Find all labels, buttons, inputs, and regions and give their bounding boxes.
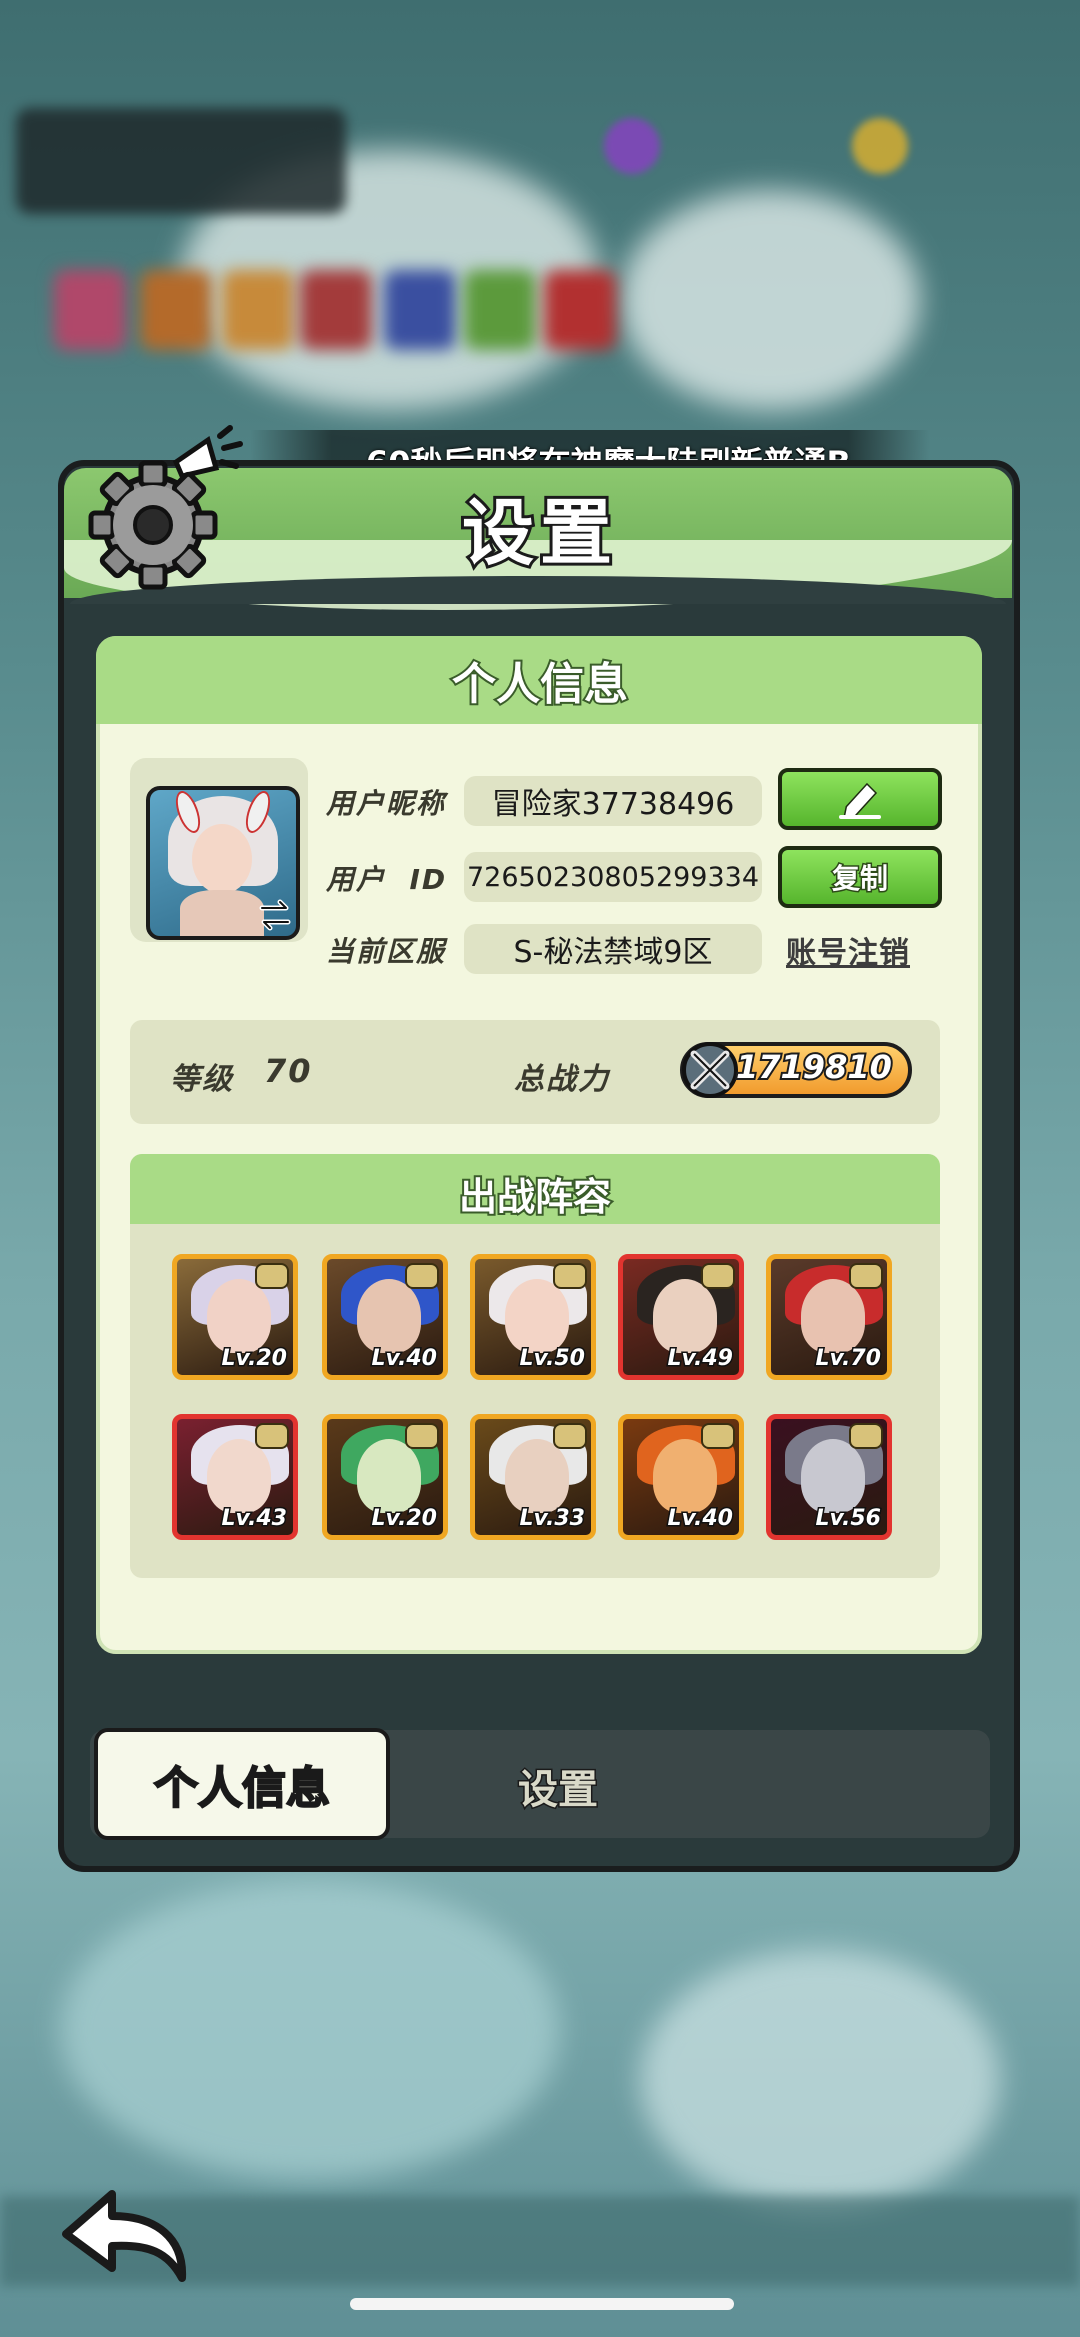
- copy-id-button[interactable]: 复制: [778, 846, 942, 908]
- hero-card[interactable]: Lv.50: [470, 1254, 596, 1380]
- server-label: 当前区服: [326, 935, 447, 968]
- background-hero-thumb: [140, 270, 212, 350]
- hero-level: Lv.49: [666, 1345, 735, 1373]
- hero-portrait-face: [207, 1439, 271, 1513]
- hero-card[interactable]: Lv.20: [322, 1414, 448, 1540]
- hero-faction-icon: [255, 1423, 289, 1449]
- user-id-field: 7265023080529933​4: [464, 852, 762, 902]
- player-info-panel: [16, 108, 346, 214]
- nickname-field: 冒险家37738496: [464, 776, 762, 826]
- crossed-swords-icon: [682, 1042, 738, 1098]
- hero-faction-icon: [553, 1423, 587, 1449]
- hero-card[interactable]: Lv.40: [322, 1254, 448, 1380]
- hero-portrait-face: [505, 1439, 569, 1513]
- hero-level: Lv.43: [220, 1505, 289, 1533]
- lineup-section-title: 出战阵容: [457, 1173, 613, 1221]
- hero-faction-icon: [701, 1423, 735, 1449]
- hero-portrait-face: [207, 1279, 271, 1353]
- level-value: 70: [264, 1052, 313, 1090]
- hero-portrait-face: [653, 1439, 717, 1513]
- tab-profile[interactable]: 个人信息: [94, 1728, 390, 1840]
- hero-faction-icon: [701, 1263, 735, 1289]
- background-hero-thumb: [300, 270, 372, 350]
- hero-level: Lv.50: [518, 1345, 587, 1373]
- swap-avatar-icon[interactable]: [256, 896, 294, 934]
- home-indicator[interactable]: [350, 2298, 734, 2310]
- user-id-label: 用户 ID: [326, 863, 448, 896]
- hero-faction-icon: [405, 1423, 439, 1449]
- hero-level: Lv.40: [370, 1345, 439, 1373]
- nickname-label: 用户昵称: [326, 787, 447, 820]
- hero-level: Lv.20: [220, 1345, 289, 1373]
- background-hero-thumb: [222, 270, 294, 350]
- background-blob: [620, 190, 920, 410]
- hero-portrait-face: [505, 1279, 569, 1353]
- hero-card[interactable]: Lv.40: [618, 1414, 744, 1540]
- hero-faction-icon: [849, 1263, 883, 1289]
- hero-portrait-face: [801, 1279, 865, 1353]
- hero-card[interactable]: Lv.43: [172, 1414, 298, 1540]
- tab-settings[interactable]: 设置: [440, 1736, 676, 1836]
- hero-card[interactable]: Lv.49: [618, 1254, 744, 1380]
- hero-faction-icon: [405, 1263, 439, 1289]
- hero-portrait-face: [357, 1279, 421, 1353]
- server-field: S-秘法禁域9区: [464, 924, 762, 974]
- hero-level: Lv.56: [814, 1505, 883, 1533]
- hero-level: Lv.70: [814, 1345, 883, 1373]
- hero-level: Lv.33: [518, 1505, 587, 1533]
- background-hero-thumb: [544, 270, 616, 350]
- hero-card[interactable]: Lv.33: [470, 1414, 596, 1540]
- background-blob: [60, 1880, 560, 2180]
- background-hero-thumb: [54, 270, 126, 350]
- edit-nickname-button[interactable]: [778, 768, 942, 830]
- profile-section-title: 个人信息: [450, 657, 630, 712]
- level-label: 等级: [170, 1062, 234, 1097]
- hero-level: Lv.40: [666, 1505, 735, 1533]
- hero-faction-icon: [849, 1423, 883, 1449]
- back-arrow-icon[interactable]: [56, 2172, 196, 2292]
- hero-portrait-face: [357, 1439, 421, 1513]
- hero-card[interactable]: Lv.70: [766, 1254, 892, 1380]
- gear-icon: [88, 460, 218, 590]
- hero-level: Lv.20: [370, 1505, 439, 1533]
- cancel-account-link[interactable]: 账号注销: [786, 928, 910, 972]
- hero-card[interactable]: Lv.56: [766, 1414, 892, 1540]
- currency-gem-icon: [604, 118, 660, 174]
- background-hero-thumb: [464, 270, 536, 350]
- currency-coin-icon: [852, 118, 908, 174]
- power-value: 1719810: [734, 1046, 894, 1088]
- background-hero-thumb: [384, 270, 456, 350]
- hero-portrait-face: [801, 1439, 865, 1513]
- background-blob: [640, 1950, 1000, 2210]
- power-label: 总战力: [514, 1062, 610, 1097]
- hero-portrait-face: [653, 1279, 717, 1353]
- hero-faction-icon: [553, 1263, 587, 1289]
- hero-faction-icon: [255, 1263, 289, 1289]
- pencil-icon: [839, 782, 881, 819]
- hero-card[interactable]: Lv.20: [172, 1254, 298, 1380]
